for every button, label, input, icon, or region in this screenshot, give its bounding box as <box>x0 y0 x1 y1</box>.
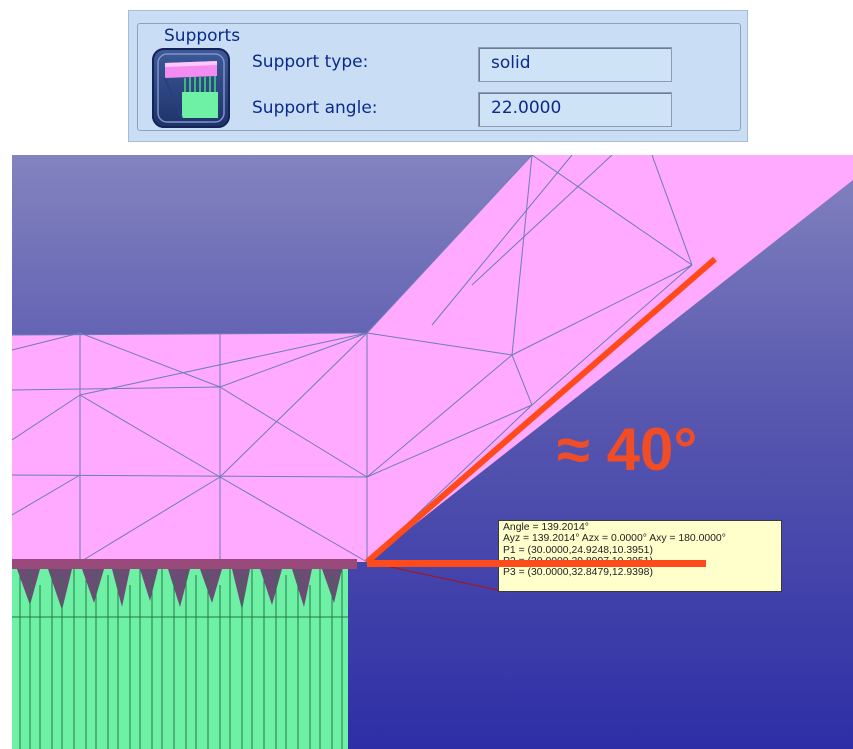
3d-viewport[interactable]: ≈ 40° Angle = 139.2014° Ayz = 139.2014° … <box>12 155 853 749</box>
support-type-label: Support type: <box>252 52 369 72</box>
tooltip-line: Angle = 139.2014° <box>503 522 589 533</box>
support-structure <box>12 569 348 749</box>
tooltip-line: P3 = (30.0000,32.8479,12.9398) <box>503 567 653 579</box>
mesh-part <box>12 155 853 562</box>
support-settings-icon[interactable] <box>152 48 230 128</box>
viewport-scene <box>12 155 853 749</box>
support-angle-label: Support angle: <box>252 98 378 118</box>
tooltip-line: Ayz = 139.2014° Azx = 0.0000° Axy = 180.… <box>503 533 726 545</box>
annotation-horizontal-line <box>367 560 706 567</box>
supports-group-title: Supports <box>160 26 245 46</box>
support-type-field[interactable]: solid <box>478 47 672 82</box>
supports-panel: Supports Support type: solid Support ang… <box>128 10 748 142</box>
measurement-tooltip: Angle = 139.2014° Ayz = 139.2014° Azx = … <box>498 520 782 592</box>
support-angle-field[interactable]: 22.0000 <box>478 92 672 127</box>
part-base-edge <box>12 559 357 569</box>
tooltip-line: P1 = (30.0000,24.9248,10.3951) <box>503 544 653 556</box>
angle-annotation: ≈ 40° <box>557 416 698 483</box>
